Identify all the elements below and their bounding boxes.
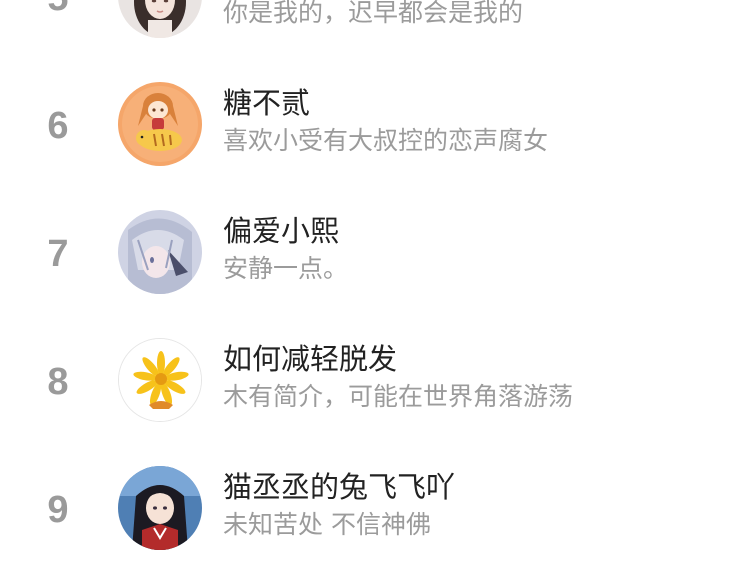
user-bio: 你是我的，迟早都会是我的 (223, 0, 524, 27)
rank-number: 9 (47, 489, 69, 531)
user-bio: 安静一点。 (223, 254, 349, 283)
rank-number: 5 (38, 0, 78, 23)
user-bio: 未知苦处 不信神佛 (223, 510, 431, 539)
yellow-flower-avatar-icon[interactable] (118, 338, 202, 422)
anime-girl-on-tiger-avatar-icon[interactable] (118, 82, 202, 166)
user-bio: 木有简介，可能在世界角落游荡 (223, 382, 574, 411)
dark-hair-anime-avatar-icon[interactable] (118, 466, 202, 550)
girl-portrait-avatar-icon[interactable] (118, 0, 202, 38)
rank-number: 6 (47, 105, 69, 147)
user-name[interactable]: 猫丞丞的兔飞飞吖 (223, 467, 455, 507)
user-name[interactable]: 如何减轻脱发 (223, 339, 397, 379)
silver-hair-anime-avatar-icon[interactable] (118, 210, 202, 294)
rank-number: 8 (47, 361, 69, 403)
ranking-row-6[interactable]: 6 糖不贰 喜欢小受有大叔控的恋声腐女 (0, 63, 750, 191)
rank-number: 7 (47, 233, 69, 275)
ranking-row-7[interactable]: 7 偏爱小熙 安静一点。 (0, 191, 750, 319)
user-name[interactable]: 偏爱小熙 (223, 211, 339, 251)
ranking-row-9[interactable]: 9 猫丞丞的兔飞飞吖 未知苦处 不信神佛 (0, 447, 750, 575)
user-bio: 喜欢小受有大叔控的恋声腐女 (223, 126, 549, 155)
ranking-list: 5 你是我的，迟早都会是我的 6 (0, 0, 750, 575)
user-name[interactable]: 糖不贰 (223, 83, 310, 123)
ranking-row-5[interactable]: 5 你是我的，迟早都会是我的 (0, 0, 750, 63)
ranking-row-8[interactable]: 8 如何减轻脱发 木有简介，可能在世界角落游荡 (0, 319, 750, 447)
